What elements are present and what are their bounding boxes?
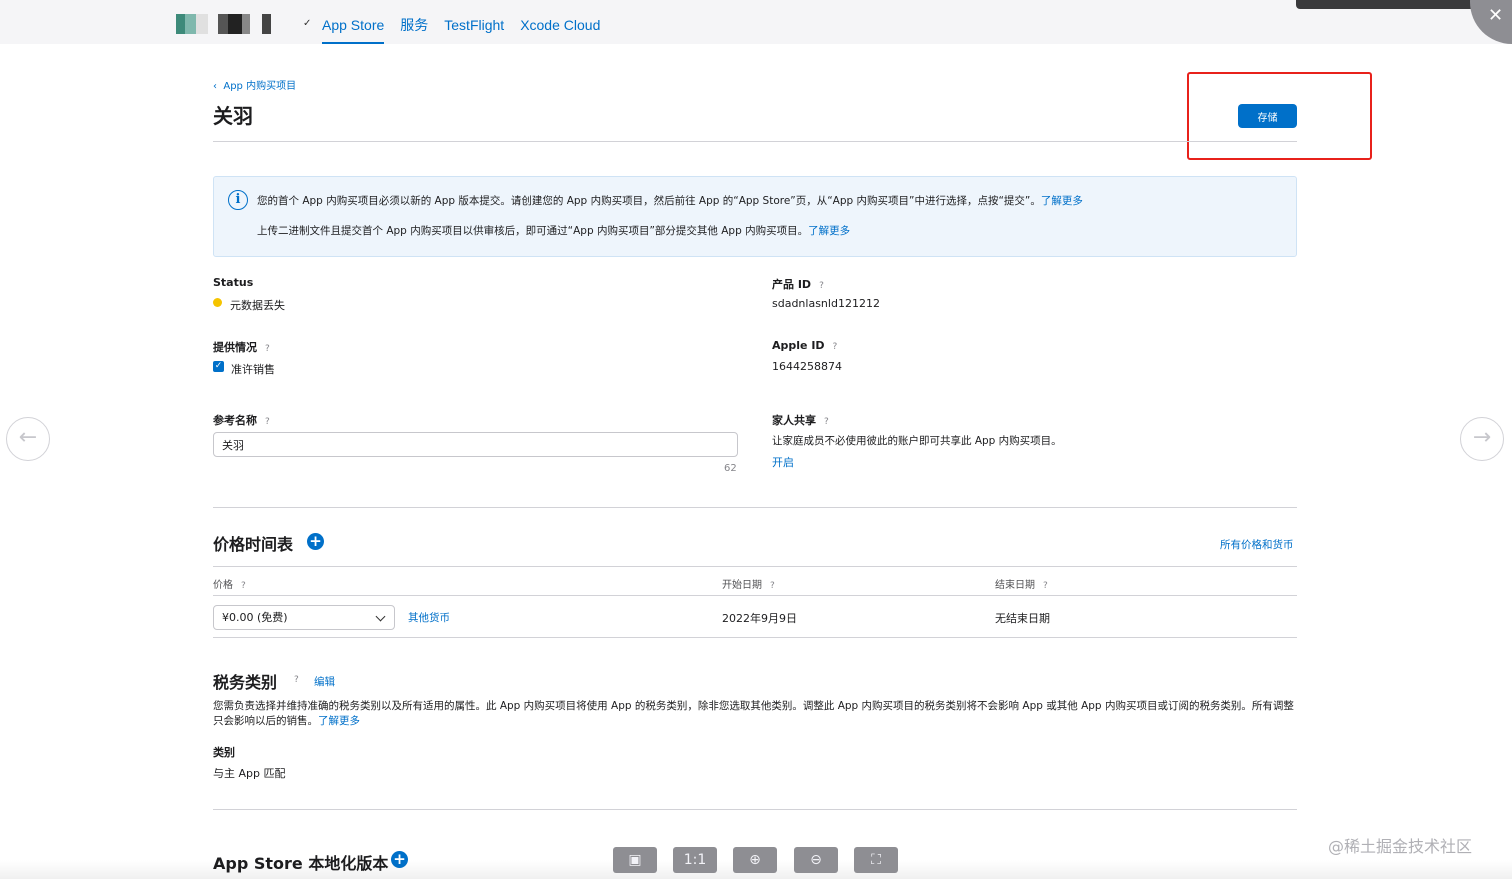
- info-text-2: 上传二进制文件且提交首个 App 内购买项目以供审核后，即可通过“App 内购买…: [257, 225, 809, 237]
- category-label: 类别: [213, 746, 235, 759]
- family-sharing-desc: 让家庭成员不必使用彼此的账户即可共享此 App 内购买项目。: [772, 435, 1062, 447]
- pricing-section-title: 价格时间表: [213, 535, 294, 554]
- prev-image-button[interactable]: ←: [6, 417, 50, 461]
- next-image-button[interactable]: →: [1460, 417, 1504, 461]
- col-end-text: 结束日期: [995, 580, 1035, 591]
- chevron-left-icon: ‹: [213, 81, 224, 92]
- tax-description: 您需负责选择并维持准确的税务类别以及所有适用的属性。此 App 内购买项目将使用…: [213, 699, 1303, 729]
- tab-app-store[interactable]: App Store: [322, 0, 385, 44]
- family-sharing-label: 家人共享?: [772, 412, 829, 428]
- tab-services[interactable]: 服务: [400, 0, 428, 44]
- info-icon: i: [228, 190, 248, 210]
- availability-label-text: 提供情况: [213, 341, 257, 354]
- apple-id-label-text: Apple ID: [772, 339, 825, 352]
- help-icon[interactable]: ?: [770, 581, 775, 591]
- end-date-value: 无结束日期: [995, 612, 1050, 625]
- help-icon[interactable]: ?: [1043, 581, 1048, 591]
- help-icon[interactable]: ?: [265, 344, 270, 354]
- nav-separator: ✓: [303, 18, 312, 29]
- divider: [213, 507, 1297, 508]
- help-icon[interactable]: ?: [265, 417, 270, 427]
- help-icon[interactable]: ?: [294, 675, 299, 685]
- category-value: 与主 App 匹配: [213, 767, 286, 780]
- help-icon[interactable]: ?: [241, 581, 246, 591]
- zoom-out-icon[interactable]: ⊖: [794, 847, 838, 873]
- apple-id-label: Apple ID?: [772, 339, 837, 352]
- help-icon[interactable]: ?: [833, 342, 838, 352]
- learn-more-link[interactable]: 了解更多: [1041, 195, 1083, 207]
- breadcrumb-label: App 内购买项目: [223, 81, 297, 92]
- char-count: 62: [724, 463, 737, 474]
- col-price: 价格?: [213, 576, 246, 591]
- viewer-top-bar: [1296, 0, 1476, 9]
- learn-more-link[interactable]: 了解更多: [318, 715, 360, 727]
- ref-name-label-text: 参考名称: [213, 414, 257, 427]
- help-icon[interactable]: ?: [824, 417, 829, 427]
- breadcrumb-back[interactable]: ‹ App 内购买项目: [213, 77, 296, 92]
- tab-testflight[interactable]: TestFlight: [444, 0, 504, 44]
- zoom-in-icon[interactable]: ⊕: [733, 847, 777, 873]
- add-price-button[interactable]: +: [307, 533, 324, 550]
- col-start-text: 开始日期: [722, 580, 762, 591]
- price-select[interactable]: ¥0.00 (免费): [213, 605, 395, 630]
- help-icon[interactable]: ?: [819, 281, 824, 291]
- chevron-down-icon: [375, 611, 386, 622]
- nav-tabs: App Store 服务 TestFlight Xcode Cloud: [322, 0, 600, 44]
- all-prices-link[interactable]: 所有价格和货币: [1220, 537, 1294, 552]
- divider: [213, 809, 1297, 810]
- image-edit-icon[interactable]: ▣: [613, 847, 657, 873]
- family-sharing-label-text: 家人共享: [772, 414, 816, 427]
- other-currency-link[interactable]: 其他货币: [408, 610, 450, 625]
- tax-section-title: 税务类别: [213, 673, 278, 692]
- info-banner: i 您的首个 App 内购买项目必须以新的 App 版本提交。请创建您的 App…: [213, 176, 1297, 257]
- col-start-date: 开始日期?: [722, 576, 775, 591]
- tax-description-text: 您需负责选择并维持准确的税务类别以及所有适用的属性。此 App 内购买项目将使用…: [213, 700, 1294, 727]
- price-select-value: ¥0.00 (免费): [222, 611, 288, 624]
- learn-more-link[interactable]: 了解更多: [808, 225, 850, 237]
- tab-xcode-cloud[interactable]: Xcode Cloud: [520, 0, 600, 44]
- family-sharing-enable-link[interactable]: 开启: [772, 454, 794, 470]
- tax-edit-link[interactable]: 编辑: [314, 674, 335, 689]
- col-end-date: 结束日期?: [995, 576, 1048, 591]
- availability-value: 准许销售: [231, 363, 275, 376]
- status-label: Status: [213, 276, 254, 289]
- info-line-2: 上传二进制文件且提交首个 App 内购买项目以供审核后，即可通过“App 内购买…: [257, 223, 850, 238]
- divider: [213, 637, 1297, 638]
- divider: [213, 595, 1297, 596]
- close-icon[interactable]: ✕: [1488, 5, 1503, 26]
- info-text-1: 您的首个 App 内购买项目必须以新的 App 版本提交。请创建您的 App 内…: [257, 195, 1041, 207]
- ref-name-input[interactable]: [213, 432, 738, 457]
- start-date-value: 2022年9月9日: [722, 612, 797, 625]
- divider: [213, 141, 1297, 142]
- actual-size-button[interactable]: 1:1: [673, 847, 717, 873]
- save-button[interactable]: 存储: [1238, 104, 1297, 128]
- status-warning-icon: [213, 298, 222, 307]
- redacted-logo: [176, 14, 271, 34]
- info-line-1: 您的首个 App 内购买项目必须以新的 App 版本提交。请创建您的 App 内…: [257, 193, 1083, 208]
- product-id-label: 产品 ID?: [772, 276, 824, 292]
- product-id-label-text: 产品 ID: [772, 278, 812, 291]
- page-title: 关羽: [213, 104, 253, 128]
- apple-id-value: 1644258874: [772, 360, 842, 373]
- top-nav: ✓ App Store 服务 TestFlight Xcode Cloud: [0, 0, 1512, 44]
- watermark: @稀土掘金技术社区: [1328, 837, 1473, 856]
- status-value: 元数据丢失: [230, 299, 285, 312]
- availability-label: 提供情况?: [213, 339, 270, 355]
- fit-screen-icon[interactable]: ⛶: [854, 847, 898, 873]
- ref-name-label: 参考名称?: [213, 412, 270, 428]
- col-price-text: 价格: [213, 580, 233, 591]
- availability-checkbox[interactable]: ✓: [213, 361, 224, 372]
- product-id-value: sdadnlasnld121212: [772, 297, 880, 310]
- divider: [213, 566, 1297, 567]
